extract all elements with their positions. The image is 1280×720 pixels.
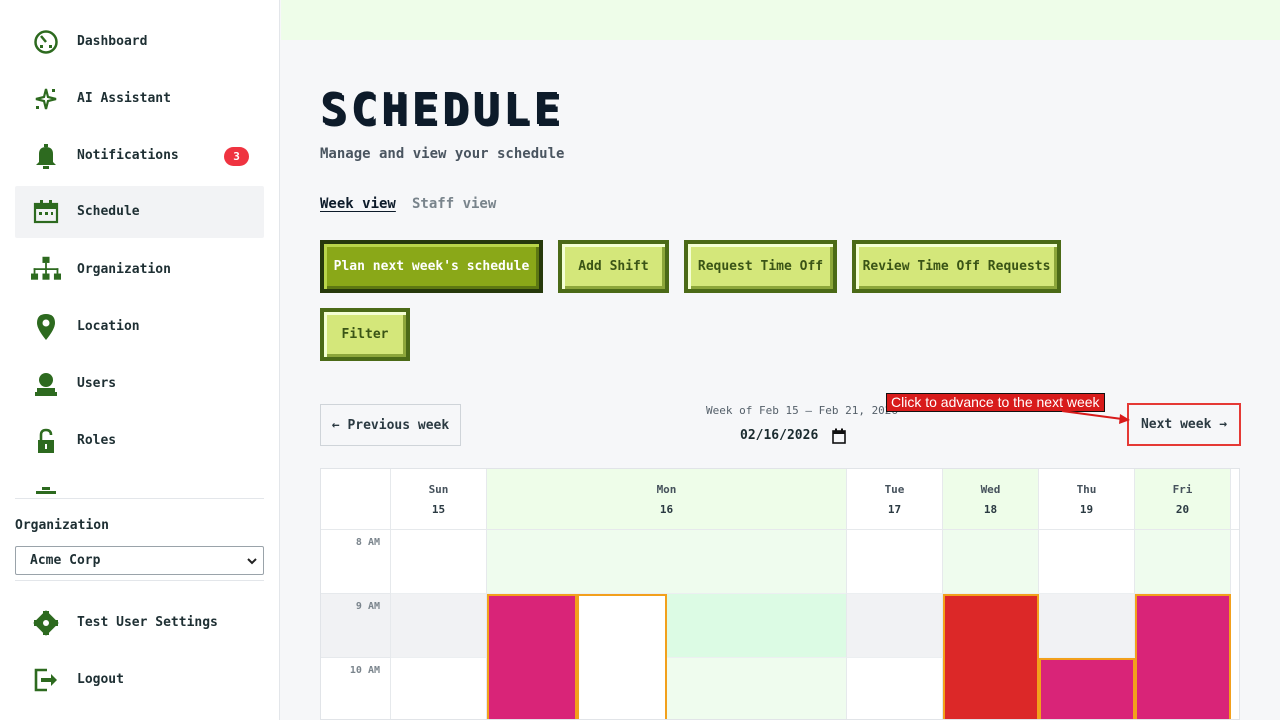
day-header-mon: Mon 16 [487, 469, 847, 530]
day-header-sun: Sun 15 [391, 469, 487, 530]
sidebar-item-users[interactable]: Users [15, 358, 264, 410]
shift-block[interactable] [487, 594, 577, 719]
sidebar-item-label: Schedule [77, 204, 140, 219]
sidebar-item-partial[interactable] [15, 472, 264, 494]
shift-block[interactable] [1039, 658, 1135, 719]
calendar-picker-icon[interactable] [832, 428, 846, 444]
week-calendar: Sun 15 Mon 16 Tue 17 Wed 18 Thu 19 Fri 2… [320, 468, 1240, 720]
shift-block[interactable] [943, 594, 1039, 719]
sidebar-item-location[interactable]: Location [15, 301, 264, 353]
day-number: 19 [1079, 503, 1094, 516]
day-name: Sun [428, 483, 449, 496]
plan-next-week-button[interactable]: Plan next week's schedule [320, 240, 543, 293]
day-header-tue: Tue 17 [847, 469, 943, 530]
user-icon [31, 371, 61, 397]
lock-icon [31, 428, 61, 454]
day-header-wed: Wed 18 [943, 469, 1039, 530]
page-title: SCHEDULE [320, 84, 564, 135]
time-slot[interactable] [1039, 594, 1135, 658]
time-slot[interactable] [847, 594, 943, 658]
day-number: 20 [1175, 503, 1190, 516]
day-number: 16 [659, 503, 674, 516]
calendar-icon [31, 199, 61, 225]
sidebar-item-label: Organization [77, 262, 171, 277]
map-pin-icon [31, 314, 61, 340]
bell-icon [31, 143, 61, 169]
briefcase-icon [31, 485, 61, 494]
tab-staff-view[interactable]: Staff view [412, 196, 496, 212]
sidebar-nav: Dashboard AI Assistant Notifications 3 S… [15, 0, 264, 494]
sidebar-item-label: Location [77, 319, 140, 334]
day-name: Wed [980, 483, 1001, 496]
sidebar-item-logout[interactable]: Logout [15, 654, 264, 706]
sidebar-item-label: Dashboard [77, 34, 148, 49]
week-date-input[interactable]: 02/16/2026 [738, 426, 850, 446]
day-header-overflow [1231, 469, 1239, 530]
time-slot[interactable] [847, 530, 943, 594]
sidebar-item-organization[interactable]: Organization [15, 244, 264, 296]
sidebar-item-label: Logout [77, 672, 124, 687]
review-time-off-requests-button[interactable]: Review Time Off Requests [852, 240, 1061, 293]
time-label-10am: 10 AM [321, 658, 391, 719]
week-range-label: Week of Feb 15 – Feb 21, 2026 [706, 404, 899, 417]
sidebar-item-settings[interactable]: Test User Settings [15, 597, 264, 649]
time-slot[interactable] [487, 530, 847, 594]
sidebar-item-ai-assistant[interactable]: AI Assistant [15, 73, 264, 125]
day-name: Mon [656, 483, 677, 496]
sidebar-item-label: Notifications [77, 148, 179, 163]
day-name: Tue [884, 483, 905, 496]
logout-icon [31, 667, 61, 693]
time-label-9am: 9 AM [321, 594, 391, 658]
day-header-thu: Thu 19 [1039, 469, 1135, 530]
sidebar-item-dashboard[interactable]: Dashboard [15, 16, 264, 68]
shift-block[interactable] [577, 594, 667, 719]
request-time-off-button[interactable]: Request Time Off [684, 240, 837, 293]
sidebar-item-schedule[interactable]: Schedule [15, 186, 264, 238]
sidebar-divider [15, 580, 264, 581]
organization-select-value: Acme Corp [30, 553, 101, 568]
chevron-down-icon [247, 558, 257, 565]
organization-select[interactable]: Acme Corp [15, 546, 264, 575]
sidebar-item-roles[interactable]: Roles [15, 415, 264, 467]
gear-icon [31, 610, 61, 636]
previous-week-button[interactable]: ← Previous week [320, 404, 461, 446]
sidebar-item-label: Test User Settings [77, 615, 218, 630]
time-slot[interactable] [1039, 530, 1135, 594]
dashboard-icon [31, 29, 61, 55]
time-slot[interactable] [847, 658, 943, 719]
day-number: 18 [983, 503, 998, 516]
filter-button[interactable]: Filter [320, 308, 410, 361]
sidebar-item-notifications[interactable]: Notifications 3 [15, 130, 264, 182]
sidebar-item-label: AI Assistant [77, 91, 171, 106]
time-slot[interactable] [943, 530, 1039, 594]
time-slot[interactable] [391, 530, 487, 594]
page-subtitle: Manage and view your schedule [320, 146, 565, 162]
shift-block[interactable] [1135, 594, 1231, 719]
org-chart-icon [31, 256, 61, 283]
add-shift-button[interactable]: Add Shift [558, 240, 669, 293]
time-slot[interactable] [1135, 530, 1231, 594]
day-header-fri: Fri 20 [1135, 469, 1231, 530]
top-banner [281, 0, 1280, 40]
sidebar-item-label: Roles [77, 433, 117, 448]
notification-count-badge: 3 [224, 147, 249, 166]
annotation-arrow-icon [1061, 410, 1130, 424]
time-slot[interactable] [391, 658, 487, 719]
sidebar-divider [15, 498, 264, 499]
tab-week-view[interactable]: Week view [320, 196, 396, 212]
organization-label: Organization [15, 518, 109, 533]
next-week-button[interactable]: Next week → [1127, 403, 1241, 446]
day-name: Thu [1076, 483, 1097, 496]
sidebar-item-label: Users [77, 376, 117, 391]
day-number: 15 [431, 503, 446, 516]
sparkle-icon [31, 86, 61, 112]
sidebar: Dashboard AI Assistant Notifications 3 S… [0, 0, 280, 720]
week-date-value: 02/16/2026 [740, 428, 819, 443]
day-number: 17 [887, 503, 902, 516]
calendar-corner [321, 469, 391, 530]
time-label-8am: 8 AM [321, 530, 391, 594]
day-name: Fri [1172, 483, 1193, 496]
time-slot[interactable] [391, 594, 487, 658]
